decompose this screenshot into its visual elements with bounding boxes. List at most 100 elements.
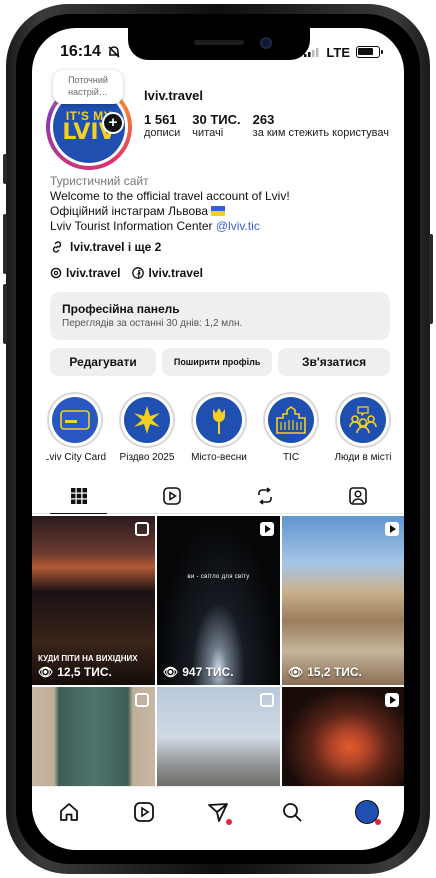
eye-icon: 👁 — [38, 665, 54, 679]
reel-icon — [260, 522, 274, 536]
threads-icon — [50, 267, 62, 279]
add-story-button[interactable]: + — [102, 112, 124, 134]
highlight-item[interactable]: Lviv City Card — [46, 392, 112, 463]
post-views: 👁 15,2 ТИС. — [288, 665, 362, 679]
home-icon — [60, 803, 79, 821]
battery-icon — [356, 46, 383, 58]
profile-bio: Туристичний сайт Welcome to the official… — [50, 174, 390, 234]
profile-content-tabs — [32, 478, 404, 514]
status-bar: 16:14 LTE — [60, 42, 383, 62]
post-thumbnail[interactable]: ви - світло для світу 👁 947 ТИС. — [157, 516, 280, 685]
notification-dot — [225, 819, 232, 825]
tab-posts-grid[interactable] — [32, 478, 125, 514]
bottom-navigation — [32, 786, 404, 850]
contact-button[interactable]: Зв'язатися — [278, 348, 390, 376]
story-highlights: Lviv City Card Різдво 2025 Місто-весни Т… — [46, 392, 404, 470]
nav-reels[interactable] — [124, 797, 164, 827]
post-view-count: 15,2 ТИС. — [307, 665, 362, 679]
volume-down-button — [3, 284, 7, 344]
tagged-icon — [348, 486, 367, 505]
bio-line-with-mention: Lviv Tourist Information Center @lviv.ti… — [50, 219, 390, 234]
signal-icon — [304, 48, 319, 57]
profile-actions: Редагувати Поширити профіль Зв'язатися — [50, 348, 390, 376]
bio-line: Welcome to the official travel account o… — [50, 189, 290, 203]
phone-screen: 16:14 LTE IT'S MY LVIV Поточний настрій…… — [32, 28, 404, 850]
power-button — [429, 234, 433, 324]
post-view-count: 947 ТИС. — [182, 665, 234, 679]
dashboard-title: Професійна панель — [62, 302, 180, 316]
profile-links[interactable]: lviv.travel і ще 2 — [50, 240, 161, 254]
city-card-icon — [60, 410, 90, 430]
tab-reposts[interactable] — [218, 478, 311, 513]
profile-category: Туристичний сайт — [50, 174, 149, 188]
following-count: 263 — [252, 112, 275, 127]
share-profile-button[interactable]: Поширити профіль — [162, 348, 273, 376]
star-icon — [134, 406, 160, 434]
bio-line: Офіційний інстаграм Львова — [50, 204, 209, 218]
facebook-icon — [132, 267, 145, 279]
highlight-item[interactable]: Місто-весни — [182, 392, 256, 463]
notification-dot — [374, 819, 381, 825]
following-label: за ким стежить користувач — [252, 127, 389, 139]
mute-switch — [3, 154, 7, 184]
people-icon — [349, 406, 377, 434]
post-caption: КУДИ ПІТИ НА ВИХІДНИХ — [38, 654, 138, 663]
bio-line-with-flag: Офіційний інстаграм Львова — [50, 204, 390, 219]
threads-link[interactable]: lviv.travel — [50, 266, 120, 280]
post-views: 👁 12,5 ТИС. — [38, 665, 112, 679]
highlight-label: Місто-весни — [191, 452, 247, 463]
tulip-icon — [213, 408, 225, 434]
network-label: LTE — [326, 44, 350, 60]
profile-username: lviv.travel — [144, 88, 204, 103]
highlight-item[interactable]: Люди в місті — [326, 392, 400, 463]
post-thumbnail[interactable]: 👁 15,2 ТИС. — [282, 516, 404, 685]
post-view-count: 12,5 ТИС. — [57, 665, 112, 679]
eye-icon: 👁 — [163, 665, 179, 679]
reel-icon — [385, 522, 399, 536]
nav-home[interactable] — [49, 797, 89, 827]
link-icon — [52, 241, 62, 253]
ukraine-flag-icon — [211, 206, 226, 216]
status-time: 16:14 — [60, 43, 101, 60]
post-thumbnail[interactable] — [282, 687, 404, 787]
highlight-item-partial[interactable] — [398, 392, 404, 448]
profile-stats: 1 561 дописи 30 ТИС. читачі 263 за ким с… — [144, 112, 389, 139]
social-links: lviv.travel lviv.travel — [50, 266, 203, 280]
reels-icon — [162, 486, 181, 505]
reels-icon — [133, 802, 154, 822]
facebook-link[interactable]: lviv.travel — [132, 266, 203, 280]
highlight-label: Lviv City Card — [46, 452, 107, 463]
followers-label: читачі — [192, 127, 224, 139]
posts-count: 1 561 — [144, 112, 177, 127]
carousel-icon — [135, 693, 149, 707]
nav-messages[interactable] — [198, 797, 238, 827]
followers-count: 30 ТИС. — [192, 112, 241, 127]
search-icon — [283, 803, 302, 822]
volume-up-button — [3, 214, 7, 274]
tab-reels[interactable] — [125, 478, 218, 513]
highlight-item[interactable]: Різдво 2025 — [110, 392, 184, 463]
posts-stat[interactable]: 1 561 дописи — [144, 112, 180, 139]
post-thumbnail[interactable]: КУДИ ПІТИ НА ВИХІДНИХ 👁 12,5 ТИС. — [32, 516, 155, 685]
bio-line: Lviv Tourist Information Center — [50, 219, 216, 233]
reposts-icon — [257, 486, 272, 505]
post-caption: ви - світло для світу — [187, 574, 250, 580]
highlight-item[interactable]: ТІС — [254, 392, 328, 463]
bio-mention-link[interactable]: @lviv.tic — [216, 219, 260, 233]
followers-stat[interactable]: 30 ТИС. читачі — [192, 112, 240, 139]
nav-profile[interactable] — [347, 797, 387, 827]
mood-note-bubble[interactable]: Поточний настрій… — [53, 70, 123, 104]
grid-icon — [70, 487, 87, 504]
post-thumbnail[interactable] — [157, 687, 280, 787]
tab-tagged[interactable] — [311, 478, 404, 513]
nav-search[interactable] — [272, 797, 312, 827]
profile-link-text: lviv.travel і ще 2 — [70, 240, 162, 254]
edit-profile-button[interactable]: Редагувати — [50, 348, 157, 376]
carousel-icon — [135, 522, 149, 536]
professional-dashboard[interactable]: Професійна панель Переглядів за останні … — [50, 292, 390, 340]
threads-handle: lviv.travel — [66, 266, 121, 280]
highlight-label: ТІС — [282, 452, 300, 463]
eye-icon: 👁 — [288, 665, 304, 679]
post-thumbnail[interactable] — [32, 687, 155, 787]
following-stat[interactable]: 263 за ким стежить користувач — [253, 112, 389, 139]
